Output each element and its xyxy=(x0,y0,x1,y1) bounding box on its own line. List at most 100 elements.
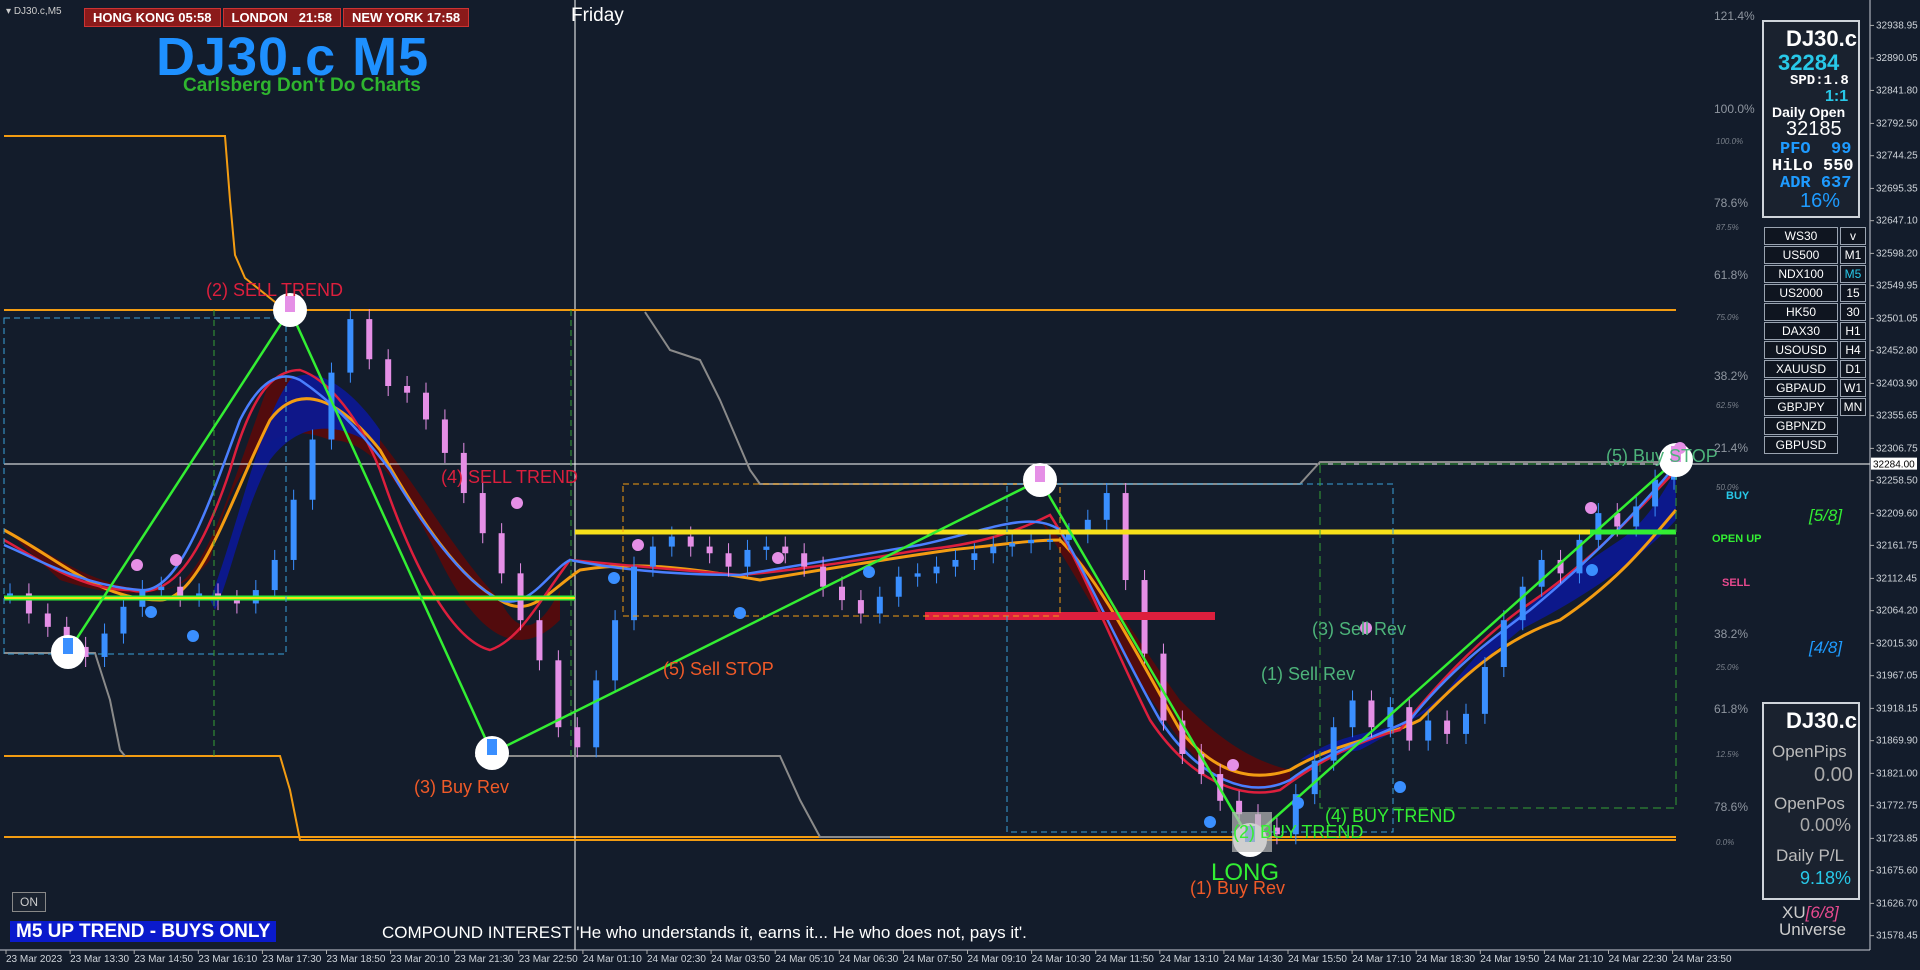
time-tick-label: 24 Mar 07:50 xyxy=(903,954,962,965)
timeframe-button-m1[interactable]: M1 xyxy=(1840,246,1866,264)
info-symbol: DJ30.c xyxy=(1786,26,1857,51)
symbol-button-usousd[interactable]: USOUSD xyxy=(1764,341,1838,359)
murray-level-label: 0.0% xyxy=(1716,838,1734,847)
price-tick-label: 32890.05 xyxy=(1876,53,1918,64)
symbol-button-gbpusd[interactable]: GBPUSD xyxy=(1764,436,1838,454)
candle-body xyxy=(1463,713,1469,734)
fib-level-label: 38.2% xyxy=(1714,627,1748,641)
candle-body xyxy=(366,319,373,360)
candle-body xyxy=(933,566,940,574)
grey-step-upper xyxy=(644,311,1676,485)
price-tick-label: 31869.90 xyxy=(1876,736,1918,747)
murray-level-label: 100.0% xyxy=(1716,137,1743,146)
price-tick-label: 32501.05 xyxy=(1876,313,1918,324)
time-tick-label: 23 Mar 14:50 xyxy=(134,954,193,965)
grey-step-mid xyxy=(475,755,890,838)
position-panel: DJ30.c OpenPips 0.00 OpenPos 0.00% Daily… xyxy=(1762,702,1860,900)
timeframe-button-d1[interactable]: D1 xyxy=(1840,360,1866,378)
open-pips-value: 0.00 xyxy=(1814,764,1853,786)
symbol-button-hk50[interactable]: HK50 xyxy=(1764,303,1838,321)
candle-body xyxy=(1633,506,1640,527)
murray-level-label: 25.0% xyxy=(1715,663,1739,672)
candle-body xyxy=(876,596,883,614)
time-tick-label: 23 Mar 20:10 xyxy=(391,954,450,965)
price-tick-label: 31626.70 xyxy=(1876,898,1918,909)
signal-dot-pink xyxy=(632,539,644,551)
time-tick-label: 24 Mar 21:10 xyxy=(1544,954,1603,965)
time-tick-label: 24 Mar 19:50 xyxy=(1480,954,1539,965)
timeframe-button-w1[interactable]: W1 xyxy=(1840,379,1866,397)
on-button[interactable]: ON xyxy=(12,892,46,912)
timeframe-button-v[interactable]: v xyxy=(1840,227,1866,245)
time-tick-label: 23 Mar 17:30 xyxy=(262,954,321,965)
info-pct: 16% xyxy=(1800,190,1841,212)
universe-label: Universe xyxy=(1779,920,1847,939)
timeframe-button-m5[interactable]: M5 xyxy=(1840,265,1866,283)
timeframe-button-15[interactable]: 15 xyxy=(1840,284,1866,302)
candle-body xyxy=(631,566,637,621)
symbol-button-dax30[interactable]: DAX30 xyxy=(1764,322,1838,340)
price-tick-label: 32015.30 xyxy=(1876,638,1918,649)
time-tick-label: 24 Mar 01:10 xyxy=(583,954,642,965)
candle-body xyxy=(763,546,770,550)
candle-body xyxy=(857,600,864,614)
candle-body xyxy=(687,536,694,547)
candle-body xyxy=(120,606,127,634)
time-tick-label: 23 Mar 21:30 xyxy=(455,954,514,965)
open-pos-value: 0.00% xyxy=(1800,815,1852,835)
candle-body xyxy=(612,620,619,681)
symbol-button-gbpaud[interactable]: GBPAUD xyxy=(1764,379,1838,397)
time-tick-label: 24 Mar 06:30 xyxy=(839,954,898,965)
signal-dot-pink xyxy=(170,554,182,566)
signal-dot-blue xyxy=(187,630,199,642)
symbol-button-us2000[interactable]: US2000 xyxy=(1764,284,1838,302)
candle-body xyxy=(1406,707,1413,741)
timeframe-button-30[interactable]: 30 xyxy=(1840,303,1866,321)
timeframe-button-h1[interactable]: H1 xyxy=(1840,322,1866,340)
chart-window: (2) SELL TREND (4) SELL TREND (3) Buy Rev (… xyxy=(0,0,1920,970)
price-tick-label: 31578.45 xyxy=(1876,931,1918,942)
time-tick-label: 24 Mar 02:30 xyxy=(647,954,706,965)
signal-open-up: OPEN UP xyxy=(1712,533,1762,545)
time-tick-label: 24 Mar 13:10 xyxy=(1160,954,1219,965)
annotation-label: (3) Sell Rev xyxy=(1312,619,1406,639)
price-chart[interactable]: (2) SELL TREND (4) SELL TREND (3) Buy Rev (… xyxy=(0,0,1920,970)
fib-level-label: 61.8% xyxy=(1714,268,1748,282)
candle-body xyxy=(423,392,429,420)
fib-level-label: 21.4% xyxy=(1714,441,1748,455)
murray-level-label: 62.5% xyxy=(1716,401,1739,410)
chart-subtitle: Carlsberg Don't Do Charts xyxy=(183,75,421,96)
price-tick-label: 31967.05 xyxy=(1876,671,1918,682)
symbol-button-gbpnzd[interactable]: GBPNZD xyxy=(1764,417,1838,435)
signal-dot-blue xyxy=(863,566,875,578)
symbol-button-ws30[interactable]: WS30 xyxy=(1764,227,1838,245)
symbol-button-ndx100[interactable]: NDX100 xyxy=(1764,265,1838,283)
candle-body xyxy=(820,566,827,587)
timeframe-button-h4[interactable]: H4 xyxy=(1840,341,1866,359)
time-tick-label: 24 Mar 11:50 xyxy=(1096,954,1155,965)
clock-new-york: NEW YORK 17:58 xyxy=(342,8,470,27)
price-tick-label: 32841.80 xyxy=(1876,85,1918,96)
time-tick-label: 24 Mar 18:30 xyxy=(1416,954,1475,965)
candle-body xyxy=(385,359,392,387)
symbol-button-us500[interactable]: US500 xyxy=(1764,246,1838,264)
symbol-button-xauusd[interactable]: XAUUSD xyxy=(1764,360,1838,378)
fib-level-label: 38.2% xyxy=(1714,369,1748,383)
candle-body xyxy=(1103,493,1110,520)
signal-dot-blue xyxy=(608,572,620,584)
timeframe-button-mn[interactable]: MN xyxy=(1840,398,1866,416)
time-tick-label: 23 Mar 13:30 xyxy=(70,954,129,965)
daily-pl-value: 9.18% xyxy=(1800,868,1852,888)
signal-dot-blue xyxy=(1204,816,1216,828)
price-tick-label: 31772.75 xyxy=(1876,801,1918,812)
time-tick-label: 23 Mar 16:10 xyxy=(198,954,257,965)
candle-body xyxy=(1481,667,1488,714)
signal-dot-blue xyxy=(734,607,746,619)
candle-body xyxy=(725,553,732,567)
symbol-button-gbpjpy[interactable]: GBPJPY xyxy=(1764,398,1838,416)
candle-body xyxy=(1122,493,1129,581)
price-tick-label: 32403.90 xyxy=(1876,378,1918,389)
candle-body xyxy=(668,536,675,547)
candle-body xyxy=(1047,539,1053,542)
open-pips-label: OpenPips xyxy=(1772,742,1847,761)
